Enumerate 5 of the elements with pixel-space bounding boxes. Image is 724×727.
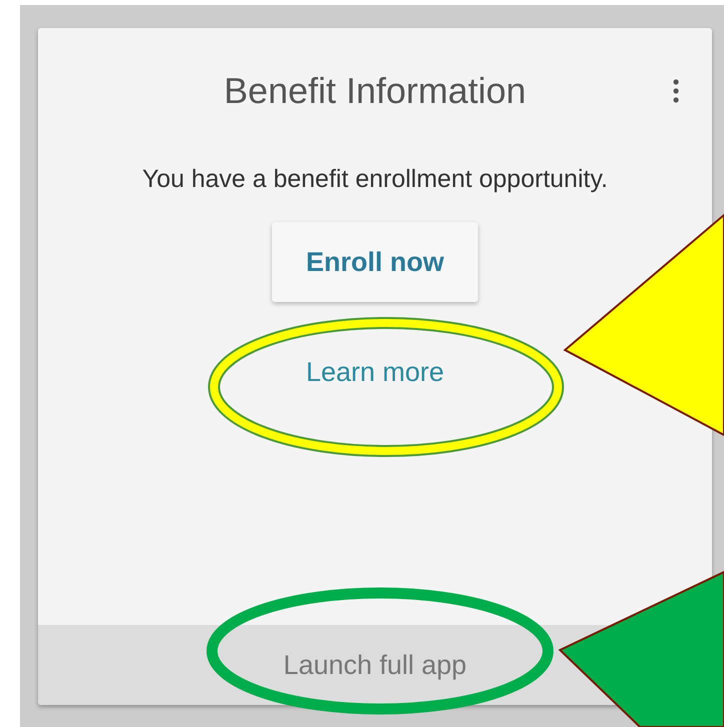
message-text: You have a benefit enrollment opportunity. <box>142 167 608 192</box>
enroll-button[interactable]: Enroll now <box>272 222 478 302</box>
more-vertical-icon <box>673 79 679 103</box>
card-title: Benefit Information <box>224 73 526 109</box>
learn-more-link[interactable]: Learn more <box>306 352 444 392</box>
